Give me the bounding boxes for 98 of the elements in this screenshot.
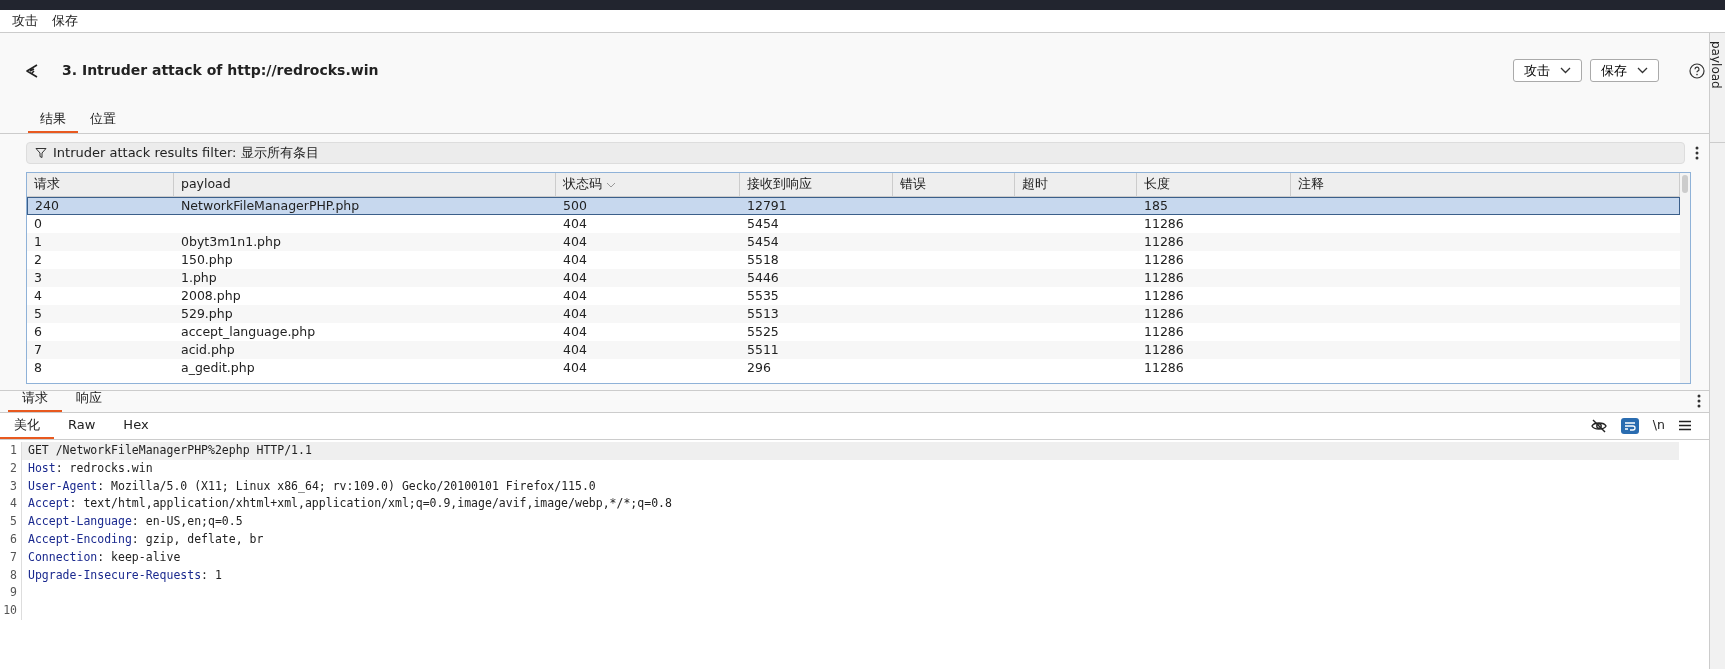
- code-line: Accept-Encoding: gzip, deflate, br: [27, 531, 265, 548]
- column-header[interactable]: 请求: [27, 173, 174, 197]
- line-number: 6: [0, 531, 22, 549]
- code-line: Host: redrocks.win: [27, 459, 154, 477]
- column-header[interactable]: 长度: [1137, 173, 1291, 197]
- chevron-down-icon: [1560, 67, 1571, 74]
- table-cell: 11286: [1137, 341, 1291, 359]
- tab[interactable]: Raw: [54, 412, 110, 439]
- table-cell-text: 11286: [1143, 359, 1185, 377]
- table-cell: 12791: [740, 197, 893, 215]
- line-number: 8: [0, 566, 22, 585]
- menu-item[interactable]: 攻击: [12, 11, 38, 31]
- table-cell: 5513: [740, 305, 893, 323]
- scrollbar-thumb[interactable]: [1682, 175, 1688, 193]
- line-number: 4: [0, 495, 22, 514]
- table-cell-text: a_gedit.php: [180, 359, 256, 377]
- code-line: User-Agent: Mozilla/5.0 (X11; Linux x86_64; rv:109.0) Gecko/20100101 Firefox/115.0: [27, 477, 597, 495]
- more-icon[interactable]: [1697, 394, 1701, 408]
- table-cell: 1: [27, 233, 174, 251]
- table-cell-text: 6: [33, 323, 43, 341]
- intruder-icon: [24, 62, 40, 79]
- table-cell-text: 5454: [746, 215, 780, 233]
- table-cell-text: 404: [562, 251, 588, 269]
- table-cell-text: 296: [746, 359, 772, 377]
- line-number: 10: [0, 602, 22, 620]
- column-header[interactable]: 注释: [1291, 173, 1680, 197]
- table-cell-text: 11286: [1143, 287, 1185, 305]
- menu-item[interactable]: 保存: [52, 11, 78, 31]
- table-cell: 7: [27, 341, 174, 359]
- table-cell-text: 5535: [746, 287, 780, 305]
- code-line: Accept-Language: en-US,en;q=0.5: [27, 513, 244, 531]
- menu-icon[interactable]: [1679, 420, 1691, 432]
- tab[interactable]: 结果: [28, 106, 78, 133]
- dropdown-button[interactable]: 保存: [1590, 59, 1659, 82]
- line-number: 9: [0, 584, 22, 603]
- table-cell: 0byt3m1n1.php: [174, 233, 556, 251]
- hidden-eye-icon[interactable]: [1590, 418, 1607, 433]
- table-cell: 11286: [1137, 305, 1291, 323]
- column-header[interactable]: 错误: [893, 173, 1015, 197]
- code-line: Upgrade-Insecure-Requests: 1: [27, 566, 223, 584]
- table-cell: 240: [27, 197, 174, 215]
- table-cell: 5511: [740, 341, 893, 359]
- table-cell-text: 5518: [746, 251, 780, 269]
- table-cell: 11286: [1137, 233, 1291, 251]
- table-cell: NetworkFileManagerPHP.php: [174, 197, 556, 215]
- help-icon[interactable]: [1689, 62, 1705, 79]
- table-cell: 5454: [740, 233, 893, 251]
- chevron-down-icon: [1637, 67, 1648, 74]
- line-number: 5: [0, 513, 22, 531]
- table-cell-text: 404: [562, 359, 588, 377]
- table-cell-text: 0: [33, 215, 43, 233]
- table-cell-text: 2: [33, 251, 43, 269]
- table-cell: 11286: [1137, 269, 1291, 287]
- newline-toggle[interactable]: \n: [1652, 416, 1665, 435]
- table-cell-text: accept_language.php: [180, 323, 317, 341]
- table-cell: 404: [556, 341, 740, 359]
- tab[interactable]: 响应: [62, 385, 116, 412]
- table-cell-text: 5525: [746, 323, 780, 341]
- column-header[interactable]: 超时: [1015, 173, 1137, 197]
- table-cell-text: 2008.php: [180, 287, 242, 305]
- filter-icon: [35, 147, 47, 159]
- table-cell-text: 4: [33, 287, 43, 305]
- table-cell: 404: [556, 233, 740, 251]
- code-line: Connection: keep-alive: [27, 548, 182, 566]
- line-number: 2: [0, 459, 22, 478]
- filter-label: Intruder attack results filter: 显示所有条目: [53, 144, 319, 163]
- dropdown-button[interactable]: 攻击: [1513, 59, 1582, 82]
- table-cell: 1.php: [174, 269, 556, 287]
- attack-title: 3. Intruder attack of http://redrocks.win: [62, 61, 379, 80]
- table-cell: 5: [27, 305, 174, 323]
- table-cell: 500: [556, 197, 740, 215]
- wrap-toggle[interactable]: [1620, 417, 1639, 434]
- column-header[interactable]: payload: [174, 173, 556, 197]
- table-cell-text: 404: [562, 287, 588, 305]
- table-cell-text: 404: [562, 215, 588, 233]
- table-cell-text: 11286: [1143, 215, 1185, 233]
- table-cell-text: 404: [562, 323, 588, 341]
- table-cell-text: 8: [33, 359, 43, 377]
- line-number: 3: [0, 477, 22, 496]
- table-cell: 5446: [740, 269, 893, 287]
- table-cell-text: 150.php: [180, 251, 234, 269]
- tab[interactable]: Hex: [109, 412, 163, 439]
- table-cell: 404: [556, 305, 740, 323]
- column-header[interactable]: 接收到响应: [740, 173, 893, 197]
- table-cell: 404: [556, 269, 740, 287]
- table-cell: 185: [1137, 197, 1291, 215]
- table-cell: acid.php: [174, 341, 556, 359]
- column-header[interactable]: 状态码: [556, 173, 740, 197]
- table-cell-text: 11286: [1143, 323, 1185, 341]
- table-cell: 529.php: [174, 305, 556, 323]
- tab[interactable]: 位置: [78, 106, 128, 133]
- code-line: Accept: text/html,application/xhtml+xml,application/xml;q=0.9,image/avif,image/webp,*/*;q=0.8: [27, 495, 673, 513]
- more-icon[interactable]: [1695, 146, 1699, 160]
- wrap-icon: [1623, 420, 1636, 431]
- filter-bar[interactable]: Intruder attack results filter: 显示所有条目: [26, 142, 1685, 164]
- line-number: 7: [0, 548, 22, 567]
- table-cell-text: 11286: [1143, 251, 1185, 269]
- table-cell: 3: [27, 269, 174, 287]
